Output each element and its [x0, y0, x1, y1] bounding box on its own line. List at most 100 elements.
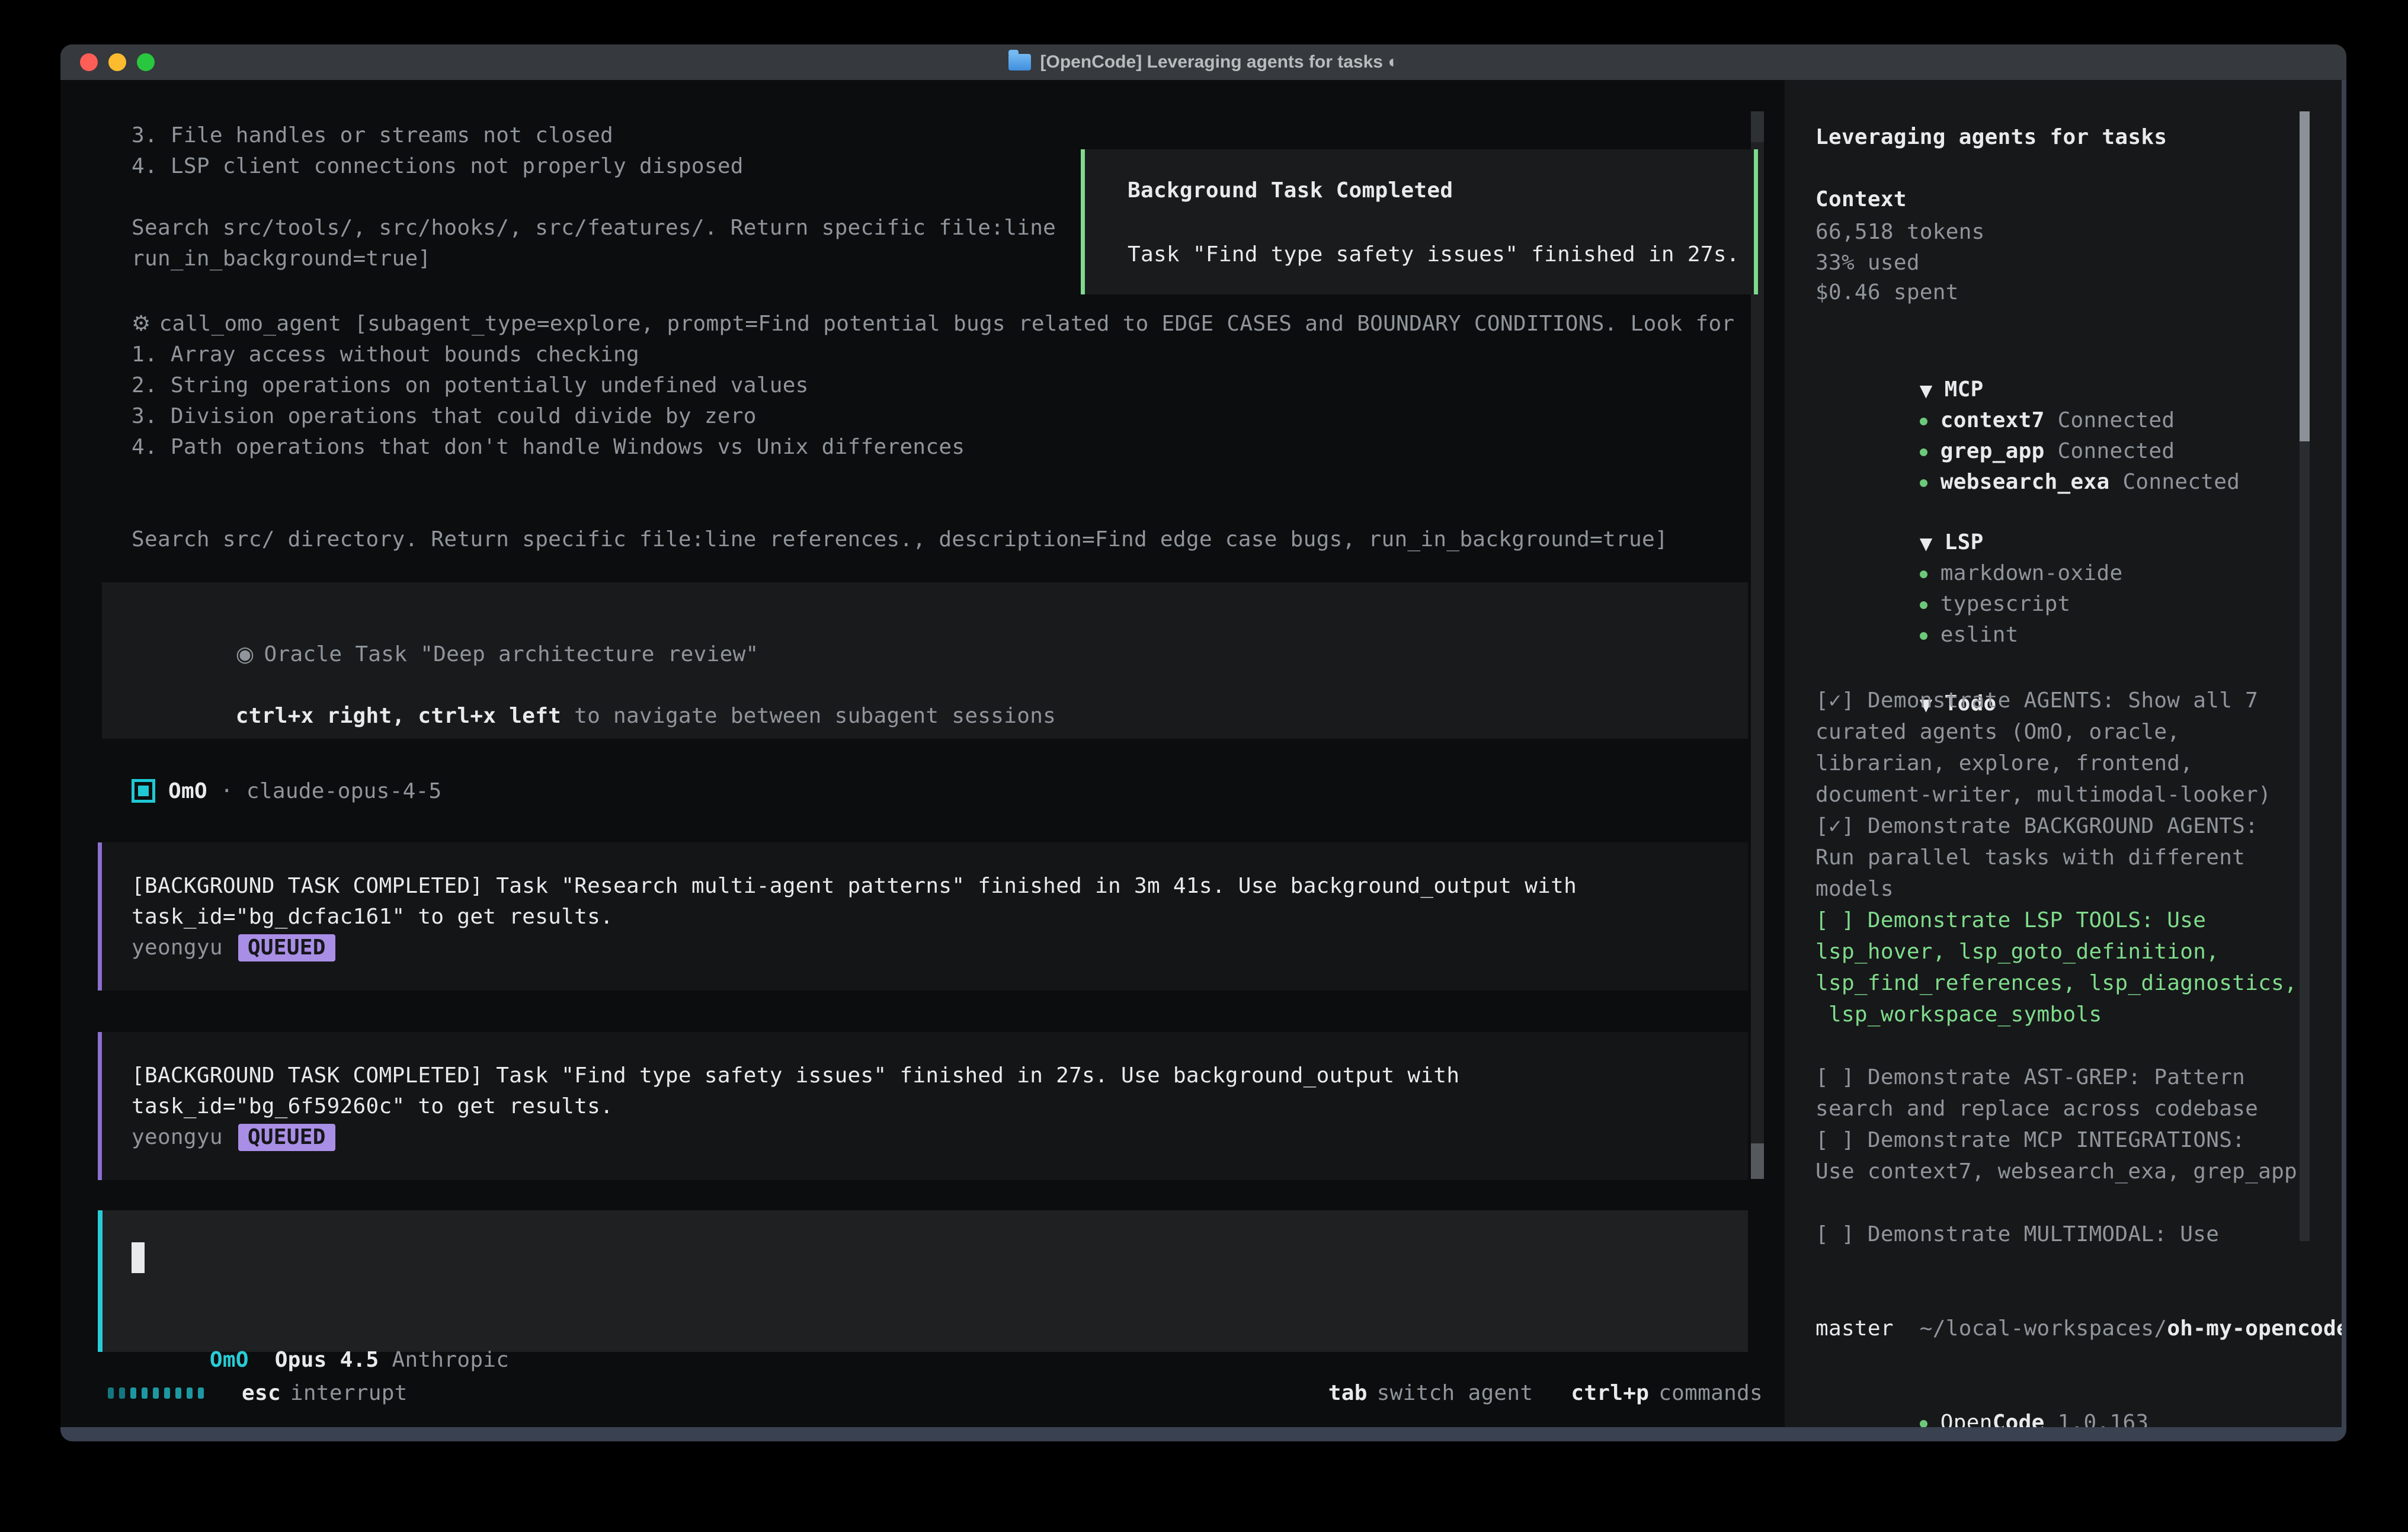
lsp-item: markdown-oxide [1815, 526, 2122, 557]
session-title: Leveraging agents for tasks [1815, 121, 2167, 153]
shortcut-label: to navigate between subagent sessions [561, 704, 1056, 728]
background-task-message[interactable]: [BACKGROUND TASK COMPLETED] Task "Resear… [98, 842, 1748, 991]
status-dot-icon [1920, 632, 1927, 640]
tool-call-text: call_omo_agent [subagent_type=explore, p… [159, 309, 1735, 339]
text-line: 1. Array access without bounds checking [132, 339, 1668, 370]
text-line: [ ] Demonstrate MCP INTEGRATIONS: [1815, 1124, 2297, 1156]
terminal-window: [OpenCode] Leveraging agents for tasks ◐… [60, 44, 2346, 1441]
agent-name: OmO [168, 779, 207, 803]
text-line [1815, 1030, 2297, 1062]
notification-title: Background Task Completed [1128, 175, 1453, 206]
status-left: esc interrupt [108, 1381, 408, 1405]
close-button-icon[interactable] [80, 53, 98, 71]
message-meta: yeongyu QUEUED [132, 932, 1748, 963]
context-heading: Context [1815, 184, 1907, 215]
zoom-button-icon[interactable] [137, 53, 155, 71]
tab-key-hint[interactable]: tab [1328, 1381, 1368, 1405]
active-agent-label: OmO [210, 1348, 249, 1372]
text-line: [ ] Demonstrate LSP TOOLS: Use [1815, 905, 2297, 936]
traffic-lights [80, 53, 155, 71]
sidebar-scrollbar-thumb[interactable] [2300, 111, 2310, 441]
message-line: [BACKGROUND TASK COMPLETED] Task "Find t… [132, 1060, 1748, 1091]
tab-key-label: switch agent [1377, 1381, 1533, 1405]
git-branch: master [1815, 1313, 1894, 1344]
status-badge: QUEUED [238, 1124, 335, 1151]
title-bar[interactable]: [OpenCode] Leveraging agents for tasks ◐ [60, 44, 2346, 80]
todo-section-header[interactable]: ▼Todo [1815, 656, 1997, 688]
active-model-label: Opus 4.5 [249, 1348, 392, 1372]
mcp-section-header[interactable]: ▼MCP [1815, 342, 1984, 374]
shortcut-keys: ctrl+x right, ctrl+x left [236, 704, 561, 728]
context-used: 33% used [1815, 247, 1920, 278]
terminal-content: 3. File handles or streams not closed4. … [60, 80, 2342, 1427]
text-line: curated agents (OmO, oracle, [1815, 716, 2297, 748]
message-author: yeongyu [132, 932, 223, 963]
text-line: lsp_workspace_symbols [1815, 999, 2297, 1030]
text-line: [ ] Demonstrate AST-GREP: Pattern [1815, 1062, 2297, 1093]
text-cursor [132, 1242, 145, 1273]
text-line [1815, 1187, 2297, 1219]
message-meta: yeongyu QUEUED [132, 1122, 1748, 1153]
text-line: search and replace across codebase [1815, 1093, 2297, 1124]
lsp-section-header[interactable]: ▼LSP [1815, 495, 1984, 527]
message-line: task_id="bg_dcfac161" to get results. [132, 902, 1748, 932]
version-row: OpenCode 1.0.163 [1815, 1376, 2148, 1407]
text-line: document-writer, multimodal-looker) [1815, 779, 2297, 810]
text-line: 3. Division operations that could divide… [132, 401, 1668, 432]
message-line: task_id="bg_6f59260c" to get results. [132, 1091, 1748, 1122]
text-line [132, 182, 1056, 213]
message-author: yeongyu [132, 1122, 223, 1153]
text-line: librarian, explore, frontend, [1815, 748, 2297, 779]
tool-call-line: ⚙ call_omo_agent [subagent_type=explore, … [132, 309, 1734, 339]
main-scrollbar-thumb[interactable] [1751, 1143, 1764, 1179]
message-line: [BACKGROUND TASK COMPLETED] Task "Resear… [132, 871, 1748, 902]
main-scrollbar-topcap [1751, 111, 1764, 142]
text-line: Search src/ directory. Return specific f… [132, 524, 1668, 555]
oracle-task-card[interactable]: ◉Oracle Task "Deep architecture review" … [102, 582, 1748, 739]
model-provider-label: Anthropic [392, 1348, 509, 1372]
mcp-item: websearch_exa Connected [1815, 435, 2240, 466]
folder-icon [1008, 54, 1031, 70]
sidebar-scrollbar[interactable] [2300, 111, 2310, 1241]
workspace-path: ~/local-workspaces/oh-my-opencode: [1815, 1281, 2342, 1313]
oracle-task-title: Oracle Task "Deep architecture review" [264, 642, 759, 666]
text-line: Use context7, websearch_exa, grep_app [1815, 1156, 2297, 1187]
agent-model: claude-opus-4-5 [246, 779, 442, 803]
mcp-item: context7 Connected [1815, 373, 2175, 405]
model-info-row[interactable]: OmO Opus 4.5 Anthropic [132, 1314, 509, 1345]
status-badge: QUEUED [238, 934, 335, 961]
agent-session-header[interactable]: OmO · claude-opus-4-5 [132, 775, 442, 806]
sidebar: Leveraging agents for tasks Context 66,5… [1785, 80, 2342, 1427]
text-line: models [1815, 873, 2297, 905]
todo-list: [✓] Demonstrate AGENTS: Show all 7curate… [1815, 685, 2297, 1250]
text-line: Run parallel tasks with different [1815, 842, 2297, 873]
radio-circle-icon: ◉ [236, 642, 255, 666]
text-line: [ ] Demonstrate MULTIMODAL: Use [1815, 1219, 2297, 1250]
status-dot-icon [1920, 1420, 1927, 1427]
minimize-button-icon[interactable] [108, 53, 126, 71]
text-line: [✓] Demonstrate BACKGROUND AGENTS: [1815, 810, 2297, 842]
notification-body: Task "Find type safety issues" finished … [1128, 239, 1740, 270]
oracle-shortcut-hint: ctrl+x right, ctrl+x left to navigate be… [132, 670, 1056, 762]
ctrlp-key-hint[interactable]: ctrl+p [1571, 1381, 1649, 1405]
mcp-item: grep_app Connected [1815, 404, 2175, 435]
background-task-message[interactable]: [BACKGROUND TASK COMPLETED] Task "Find t… [98, 1032, 1748, 1180]
text-line: run_in_background=true] [132, 243, 1056, 274]
scrollback-text: 3. File handles or streams not closed4. … [132, 120, 1056, 274]
text-line: Search src/tools/, src/hooks/, src/featu… [132, 213, 1056, 243]
spinner-dots-icon [108, 1387, 204, 1399]
lsp-item: typescript [1815, 557, 2071, 588]
status-dot-icon [1920, 479, 1927, 487]
esc-key-hint[interactable]: esc [242, 1381, 281, 1405]
context-tokens: 66,518 tokens [1815, 216, 1985, 248]
separator-dot: · [220, 779, 233, 803]
context-spent: $0.46 spent [1815, 277, 1959, 308]
text-line: lsp_find_references, lsp_diagnostics, [1815, 967, 2297, 999]
text-line: 2. String operations on potentially unde… [132, 370, 1668, 401]
status-bar: esc interrupt tab switch agent ctrl+p co… [60, 1377, 1785, 1408]
notification-toast[interactable]: Background Task Completed Task "Find typ… [1081, 149, 1758, 294]
text-line: 4. LSP client connections not properly d… [132, 151, 1056, 182]
lsp-item: eslint [1815, 588, 2019, 619]
status-right: tab switch agent ctrl+p commands [1328, 1381, 1763, 1405]
gear-icon: ⚙ [132, 309, 151, 339]
